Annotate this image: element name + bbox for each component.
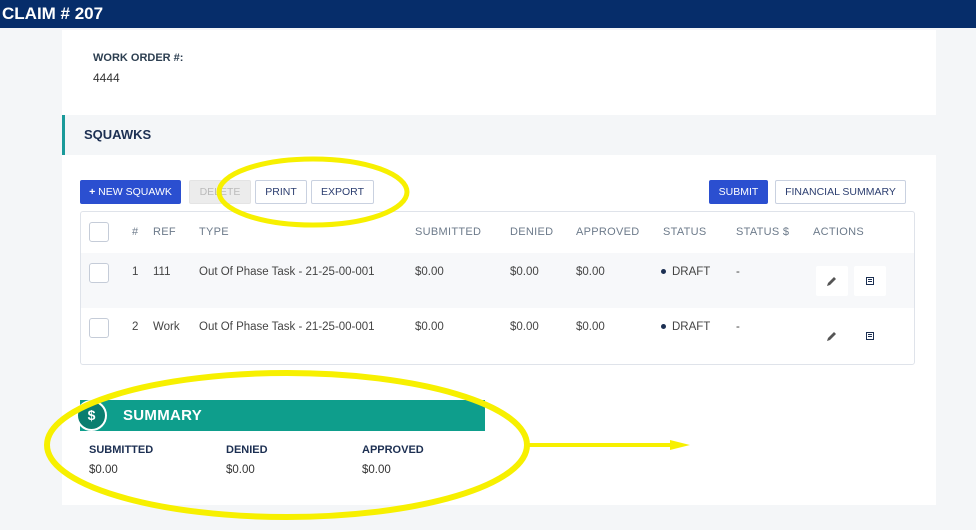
col-submitted: SUBMITTED xyxy=(415,226,482,238)
page-header: CLAIM # 207 xyxy=(0,0,976,28)
financial-summary-button[interactable]: FINANCIAL SUMMARY xyxy=(775,180,906,204)
summary-title: SUMMARY xyxy=(123,407,203,424)
export-button[interactable]: EXPORT xyxy=(311,180,374,204)
submit-button[interactable]: SUBMIT xyxy=(709,180,768,204)
row-approved: $0.00 xyxy=(576,321,605,333)
status-dot-icon xyxy=(661,269,666,275)
delete-button[interactable]: DELETE xyxy=(189,180,251,204)
claim-title: CLAIM # 207 xyxy=(2,4,104,23)
row-number: 2 xyxy=(132,321,139,333)
dollar-icon: $ xyxy=(76,400,107,431)
summary-submitted-value: $0.00 xyxy=(89,464,118,476)
col-approved: APPROVED xyxy=(576,226,640,238)
summary-approved-value: $0.00 xyxy=(362,464,391,476)
row-ref: Work xyxy=(153,321,180,333)
summary-approved-label: APPROVED xyxy=(362,444,424,456)
row-submitted: $0.00 xyxy=(415,321,444,333)
table-row[interactable]: 1 111 Out Of Phase Task - 21-25-00-001 $… xyxy=(81,253,914,308)
book-icon xyxy=(866,332,874,340)
new-squawk-button[interactable]: + NEW SQUAWK xyxy=(80,180,181,204)
summary-header: $ SUMMARY xyxy=(76,400,485,431)
row-status-label: DRAFT xyxy=(672,266,711,278)
row-type: Out Of Phase Task - 21-25-00-001 xyxy=(199,266,375,278)
col-denied: DENIED xyxy=(510,226,554,238)
summary-denied-label: DENIED xyxy=(226,444,268,456)
row-status-amount: - xyxy=(736,321,740,333)
row-number: 1 xyxy=(132,266,139,278)
row-ref: 111 xyxy=(153,266,171,278)
work-order-label: WORK ORDER #: xyxy=(93,52,184,64)
pencil-icon xyxy=(827,332,836,341)
view-button[interactable] xyxy=(854,321,886,351)
pencil-icon xyxy=(827,277,836,286)
book-icon xyxy=(866,277,874,285)
col-status-amount: STATUS $ xyxy=(736,226,790,238)
col-status: STATUS xyxy=(663,226,707,238)
row-approved: $0.00 xyxy=(576,266,605,278)
edit-button[interactable] xyxy=(816,266,848,296)
plus-icon: + xyxy=(89,186,96,198)
edit-button[interactable] xyxy=(816,321,848,351)
squawks-section-header: SQUAWKS xyxy=(62,115,936,155)
summary-denied-value: $0.00 xyxy=(226,464,255,476)
select-all-checkbox[interactable] xyxy=(89,222,109,242)
work-order-panel: WORK ORDER #: 4444 xyxy=(62,30,936,115)
work-order-value: 4444 xyxy=(93,71,120,85)
squawks-panel: + NEW SQUAWK DELETE PRINT EXPORT SUBMIT … xyxy=(62,155,936,505)
squawks-title: SQUAWKS xyxy=(84,127,152,142)
row-status-label: DRAFT xyxy=(672,321,711,333)
table-row[interactable]: 2 Work Out Of Phase Task - 21-25-00-001 … xyxy=(81,308,914,363)
print-button[interactable]: PRINT xyxy=(255,180,307,204)
row-status: DRAFT xyxy=(661,321,710,333)
row-submitted: $0.00 xyxy=(415,266,444,278)
col-ref: REF xyxy=(153,226,176,238)
col-actions: ACTIONS xyxy=(813,226,864,238)
col-number: # xyxy=(132,226,139,238)
row-checkbox[interactable] xyxy=(89,263,109,283)
col-type: TYPE xyxy=(199,226,229,238)
row-denied: $0.00 xyxy=(510,266,539,278)
row-denied: $0.00 xyxy=(510,321,539,333)
row-status-amount: - xyxy=(736,266,740,278)
row-checkbox[interactable] xyxy=(89,318,109,338)
status-dot-icon xyxy=(661,324,666,330)
view-button[interactable] xyxy=(854,266,886,296)
table-header: # REF TYPE SUBMITTED DENIED APPROVED STA… xyxy=(81,212,914,252)
squawks-table: # REF TYPE SUBMITTED DENIED APPROVED STA… xyxy=(80,211,915,365)
summary-submitted-label: SUBMITTED xyxy=(89,444,154,456)
new-squawk-label: NEW SQUAWK xyxy=(98,186,172,198)
row-type: Out Of Phase Task - 21-25-00-001 xyxy=(199,321,375,333)
row-status: DRAFT xyxy=(661,266,710,278)
